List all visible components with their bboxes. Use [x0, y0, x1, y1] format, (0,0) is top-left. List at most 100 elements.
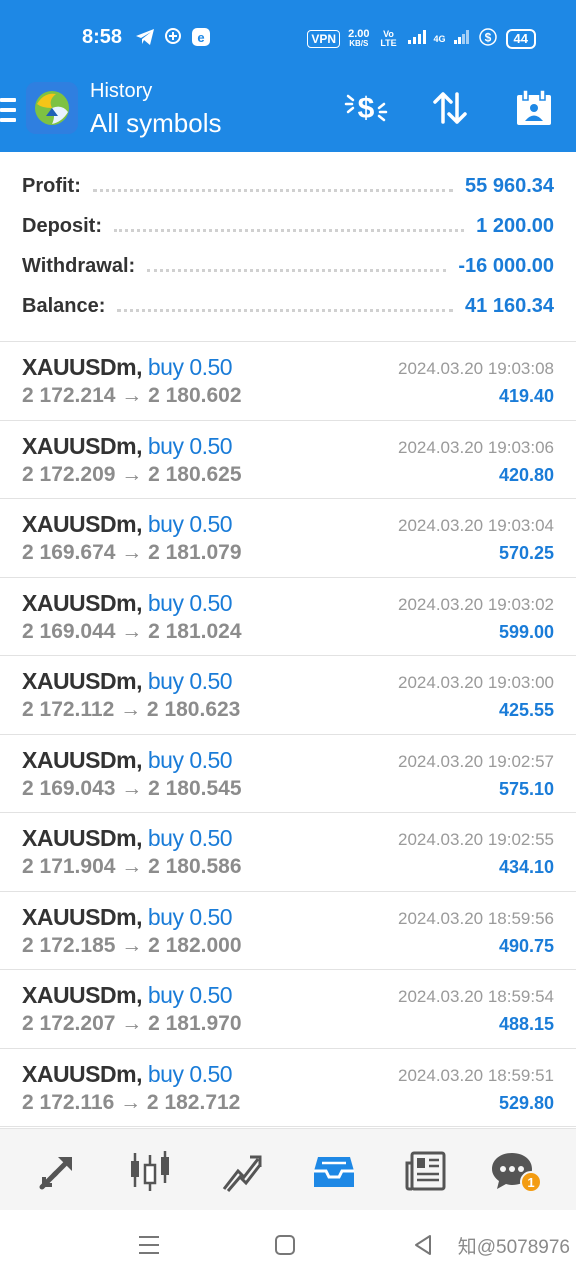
deal-type: buy 0.50: [147, 746, 233, 773]
deal-symbol: XAUUSDm, buy 0.50: [22, 903, 233, 931]
deal-profit: 420.80: [498, 464, 554, 485]
telegram-icon: [134, 26, 156, 48]
deal-row[interactable]: XAUUSDm, buy 0.50 2 172.214 → 2 180.602 …: [0, 342, 576, 421]
deal-time: 2024.03.20 19:02:57: [398, 751, 554, 771]
location-icon: [162, 26, 184, 48]
calendar-icon[interactable]: [512, 86, 556, 130]
chart-icon[interactable]: [126, 1147, 174, 1195]
deal-prices: 2 172.209 → 2 180.625: [22, 462, 242, 486]
deal-profit: 599.00: [498, 621, 554, 642]
deal-profit: 434.10: [498, 857, 554, 877]
withdrawal-label: Withdrawal:: [22, 254, 136, 277]
symbol-filter[interactable]: All symbols: [90, 108, 221, 139]
deal-prices: 2 172.116 → 2 182.712: [22, 1090, 241, 1114]
balance-value: 41 160.34: [465, 294, 554, 317]
deal-type: buy 0.50: [147, 982, 233, 1008]
balance-label: Balance:: [22, 294, 106, 317]
dotted-leader: [92, 188, 454, 192]
trade-icon[interactable]: [218, 1147, 266, 1195]
deal-row[interactable]: XAUUSDm, buy 0.50 2 172.185 → 2 182.000 …: [0, 892, 576, 970]
home-icon[interactable]: [272, 1232, 298, 1258]
deal-prices: 2 172.207 → 2 181.970: [22, 1012, 242, 1035]
dollar-shield-icon: $: [478, 27, 498, 50]
deal-profit: 425.55: [498, 700, 554, 720]
network-4g-label: 4G: [433, 33, 446, 44]
deal-prices: 2 171.904 → 2 180.586: [22, 855, 242, 878]
history-icon[interactable]: [310, 1147, 358, 1195]
status-time: 8:58: [82, 26, 123, 48]
deal-prices: 2 169.043 → 2 180.545: [22, 776, 242, 800]
status-bar: 8:58 e VPN 2.00 KB/S Vo LTE 4G $ 44: [0, 0, 576, 76]
svg-text:e: e: [197, 30, 204, 45]
bottom-navigation: 1: [0, 1128, 576, 1210]
svg-text:$: $: [484, 31, 491, 45]
deal-prices: 2 172.185 → 2 182.000: [22, 933, 242, 957]
deal-prices: 2 172.112 → 2 180.623: [22, 698, 241, 721]
speed-value: 2.00: [348, 27, 370, 40]
deal-profit: 490.75: [498, 935, 554, 956]
deal-row[interactable]: XAUUSDm, buy 0.50 2 172.116 → 2 182.712 …: [0, 1049, 576, 1127]
recent-apps-icon[interactable]: [136, 1232, 162, 1258]
profit-value: 55 960.34: [465, 174, 554, 197]
deal-symbol: XAUUSDm, buy 0.50: [22, 982, 233, 1009]
symbol-name: XAUUSDm,: [22, 982, 142, 1008]
deal-time: 2024.03.20 19:02:55: [398, 830, 554, 849]
symbol-name: XAUUSDm,: [22, 432, 142, 459]
deal-profit: 529.80: [498, 1092, 554, 1113]
deal-type: buy 0.50: [147, 825, 233, 851]
deal-type: buy 0.50: [147, 511, 233, 537]
menu-icon[interactable]: [0, 98, 16, 124]
deal-type: buy 0.50: [147, 903, 233, 930]
balance-row: Balance: 41 160.34: [22, 286, 554, 326]
deal-symbol: XAUUSDm, buy 0.50: [22, 668, 233, 695]
deal-type: buy 0.50: [147, 354, 233, 380]
symbol-name: XAUUSDm,: [22, 511, 142, 537]
header-title: History: [90, 80, 153, 102]
deal-time: 2024.03.20 19:03:04: [398, 516, 554, 535]
deal-time: 2024.03.20 19:03:00: [398, 673, 554, 692]
symbol-name: XAUUSDm,: [22, 903, 142, 930]
quotes-icon[interactable]: [34, 1147, 82, 1195]
symbol-name: XAUUSDm,: [22, 746, 142, 773]
system-navigation-bar: 知@5078976: [0, 1210, 576, 1280]
deal-row[interactable]: XAUUSDm, buy 0.50 2 169.043 → 2 180.545 …: [0, 735, 576, 813]
network-speed: 2.00 KB/S: [348, 27, 370, 49]
deal-symbol: XAUUSDm, buy 0.50: [22, 354, 233, 381]
deal-time: 2024.03.20 18:59:54: [398, 987, 554, 1006]
status-indicators: VPN 2.00 KB/S Vo LTE 4G $ 44: [307, 27, 536, 50]
profit-row: Profit: 55 960.34: [22, 166, 554, 206]
deal-type: buy 0.50: [147, 1060, 233, 1087]
volte-label: Vo LTE: [380, 28, 397, 48]
symbol-name: XAUUSDm,: [22, 825, 142, 851]
speed-unit: KB/S: [349, 38, 369, 48]
app-header: History All symbols $: [0, 76, 576, 152]
deal-row[interactable]: XAUUSDm, buy 0.50 2 172.112 → 2 180.623 …: [0, 656, 576, 735]
sort-icon[interactable]: [428, 86, 472, 130]
messages-icon[interactable]: 1: [488, 1147, 542, 1195]
deposit-row: Deposit: 1 200.00: [22, 206, 554, 246]
deal-type: buy 0.50: [147, 432, 233, 459]
news-icon[interactable]: [402, 1147, 450, 1195]
dotted-leader: [114, 228, 465, 232]
deal-row[interactable]: XAUUSDm, buy 0.50 2 171.904 → 2 180.586 …: [0, 813, 576, 892]
deposit-label: Deposit:: [22, 214, 102, 237]
deal-row[interactable]: XAUUSDm, buy 0.50 2 172.207 → 2 181.970 …: [0, 970, 576, 1049]
deal-type: buy 0.50: [147, 668, 233, 694]
dotted-leader: [117, 308, 454, 312]
deal-prices: 2 172.214 → 2 180.602: [22, 384, 242, 407]
symbol-name: XAUUSDm,: [22, 589, 142, 616]
deposit-value: 1 200.00: [476, 214, 554, 237]
symbol-name: XAUUSDm,: [22, 1060, 142, 1087]
deal-row[interactable]: XAUUSDm, buy 0.50 2 169.674 → 2 181.079 …: [0, 499, 576, 578]
deal-time: 2024.03.20 19:03:02: [398, 594, 554, 614]
signal-icon: [407, 30, 426, 47]
signal2-icon: [453, 30, 470, 47]
symbol-name: XAUUSDm,: [22, 354, 142, 380]
deposit-filter-icon[interactable]: $: [344, 86, 388, 130]
withdrawal-value: -16 000.00: [458, 254, 554, 277]
deal-row[interactable]: XAUUSDm, buy 0.50 2 169.044 → 2 181.024 …: [0, 578, 576, 656]
deal-row[interactable]: XAUUSDm, buy 0.50 2 172.209 → 2 180.625 …: [0, 421, 576, 499]
metatrader-logo: [26, 82, 78, 134]
back-icon[interactable]: [410, 1232, 436, 1258]
svg-text:$: $: [358, 92, 375, 125]
